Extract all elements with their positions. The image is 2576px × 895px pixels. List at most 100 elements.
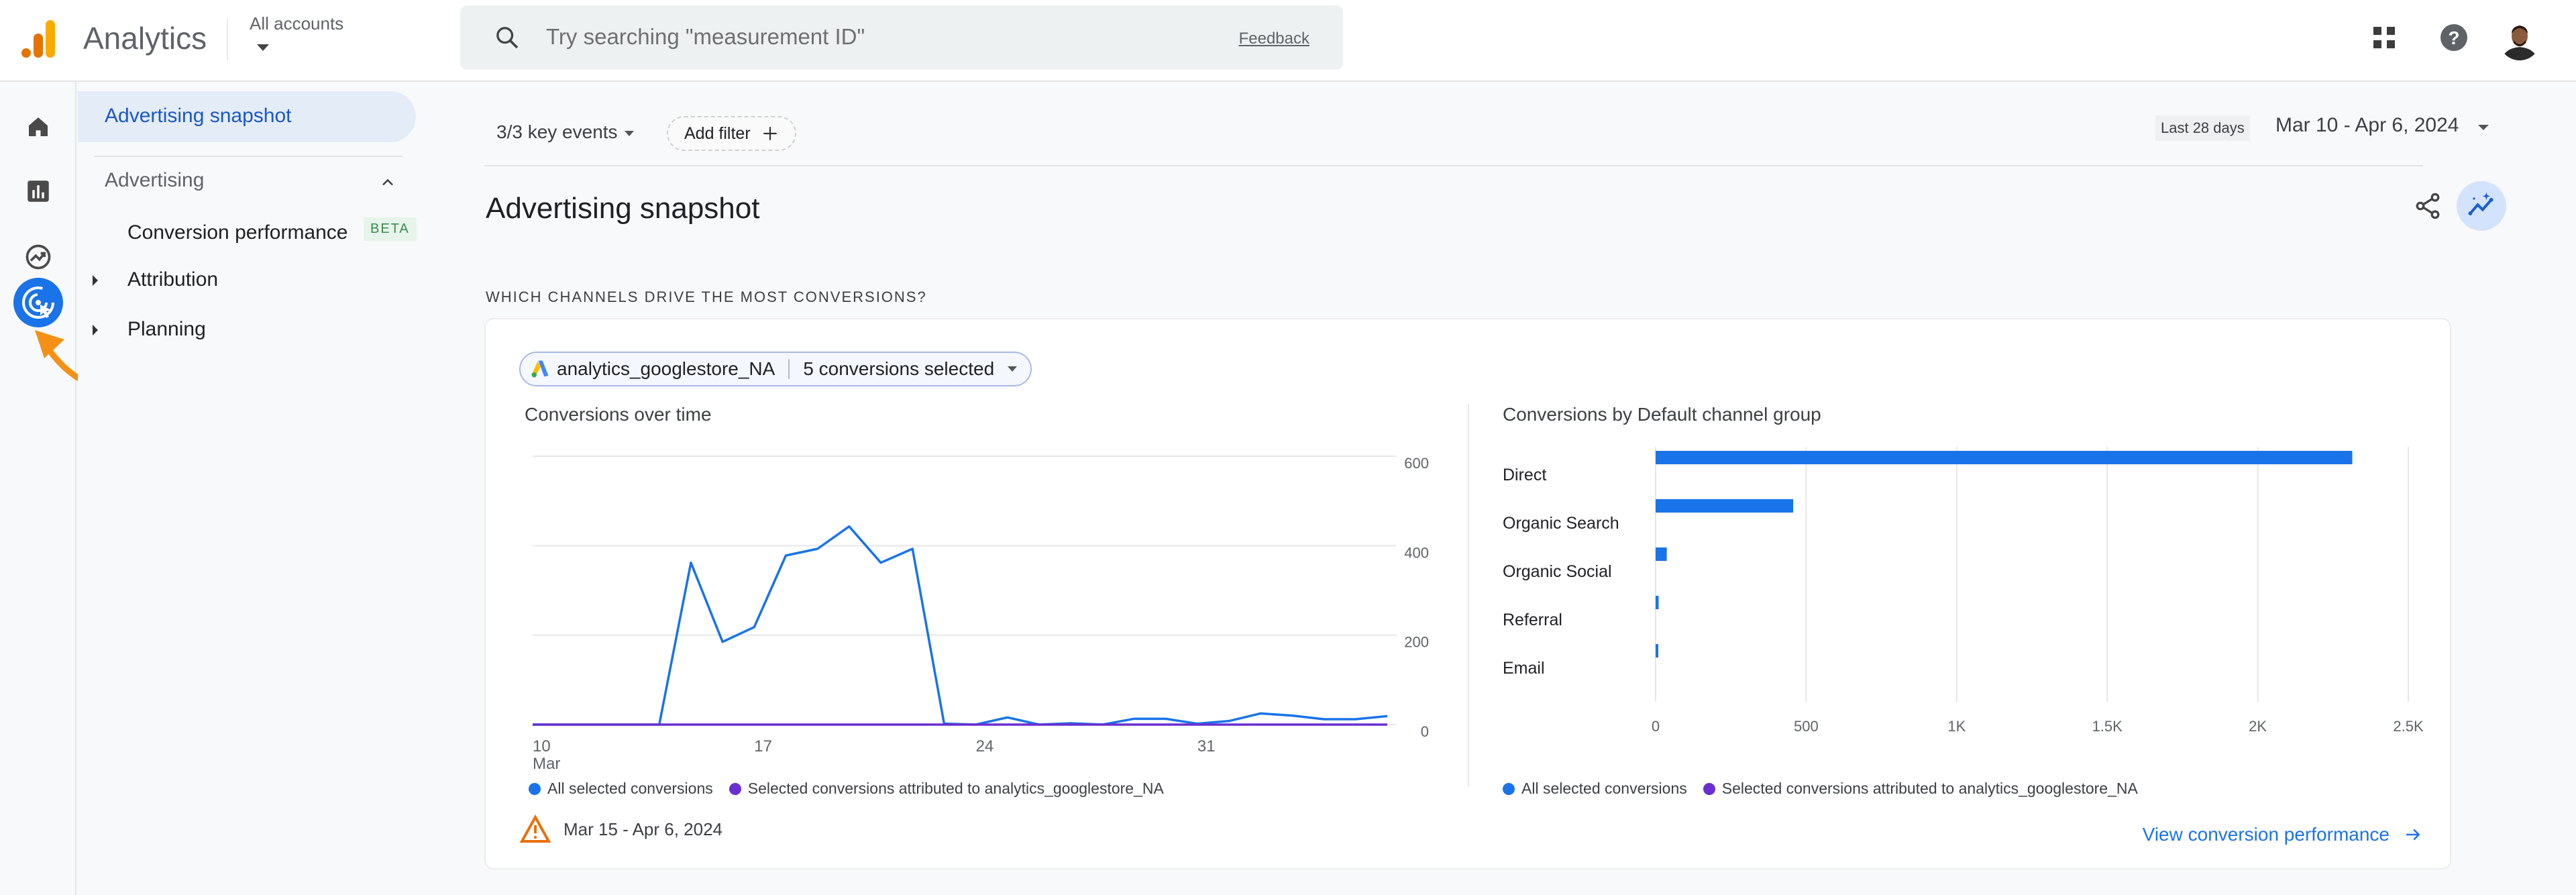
arrow-right-icon [2406,829,2420,841]
caret-down-icon [1008,366,1018,372]
x-tick-label: 2.5K [2393,718,2424,735]
add-filter-button[interactable]: Add filter [667,116,796,151]
top-app-bar: Analytics All accounts Feedback ? [0,0,2576,82]
home-icon [29,117,48,136]
rail-explore[interactable] [20,239,56,275]
legend-label-all: All selected conversions [1521,780,1687,797]
view-conversion-performance-link[interactable]: View conversion performance [2143,824,2423,845]
caret-down-icon [624,130,634,136]
ads-account-selector[interactable]: analytics_googlestore_NA 5 conversions s… [519,352,1032,386]
bar-direct [1656,451,2353,464]
sidebar-item-planning[interactable]: Planning [127,318,206,341]
sidebar-item-attribution[interactable]: Attribution [127,268,218,291]
x-tick-label: 1K [1947,718,1966,735]
chart-divider [1468,404,1469,786]
toolbar-divider [484,165,2423,166]
x-tick-label: 2K [2249,718,2267,735]
conversions-by-channel-chart: 0 500 1K 1.5K 2K 2.5K Direct Organic Search Orga… [1503,447,2424,735]
navigation-rail [0,82,150,895]
avatar[interactable] [2499,19,2540,60]
sidebar-item-advertising-snapshot[interactable]: Advertising snapshot [78,91,416,142]
line-chart-title: Conversions over time [525,404,712,425]
analytics-logo-icon[interactable] [20,19,58,59]
category-label: Email [1503,659,1545,678]
svg-text:?: ? [2448,28,2459,48]
category-label: Organic Social [1503,562,1612,581]
sidebar-divider [94,156,402,157]
warning-icon[interactable] [519,814,551,844]
expand-attribution-icon[interactable] [93,275,98,286]
legend-label-attributed: Selected conversions attributed to analy… [1721,780,2138,797]
category-label: Referral [1503,611,1562,629]
date-range-picker[interactable]: Mar 10 - Apr 6, 2024 [2275,114,2459,137]
share-icon[interactable] [2413,191,2443,221]
bar-organic-search [1656,499,1794,513]
conversions-over-time-chart: 0 200 400 600 10Mar 17 24 31 [533,455,1429,769]
sidebar-group-advertising[interactable]: Advertising [105,169,204,192]
bar-chart-legend: All selected conversions Selected conver… [1503,780,2138,798]
category-label: Organic Search [1503,514,1619,533]
section-heading: WHICH CHANNELS DRIVE THE MOST CONVERSION… [486,288,927,305]
series-line-all [533,525,1388,726]
bar-organic-social [1656,547,1667,561]
x-tick-label: 500 [1794,718,1819,735]
view-link-label: View conversion performance [2142,824,2390,845]
expand-planning-icon[interactable] [93,325,98,335]
x-tick-label: 31 [1197,737,1216,755]
advertising-target-icon [22,286,54,319]
page-title: Advertising snapshot [486,192,760,225]
sidebar-nav: Advertising snapshot Advertising Convers… [78,82,447,895]
sidebar-item-conversion-performance[interactable]: Conversion performance [127,221,348,244]
y-tick-label: 200 [1404,634,1429,651]
google-ads-icon [531,360,549,378]
bar-email [1656,644,1658,657]
rail-home[interactable] [20,109,56,145]
search-bar[interactable]: Feedback [460,5,1343,70]
channels-card: analytics_googlestore_NA 5 conversions s… [484,318,2451,870]
category-label: Direct [1503,466,1546,484]
bar-chart-title: Conversions by Default channel group [1503,404,1821,425]
ads-account-name: analytics_googlestore_NA [557,358,775,379]
explore-icon [25,244,51,270]
account-caret-icon[interactable] [257,44,269,51]
add-filter-label: Add filter [684,123,751,143]
data-warning: Mar 15 - Apr 6, 2024 [519,814,722,844]
bar-referral [1656,596,1659,609]
bar-chart-icon [28,180,49,202]
avatar-photo-icon [2499,19,2540,60]
help-icon[interactable]: ? [2438,21,2470,54]
app-title: Analytics [83,21,207,56]
x-tick-label: 17 [754,737,772,755]
date-preset-chip[interactable]: Last 28 days [2155,115,2250,141]
beta-badge: BETA [364,217,417,241]
x-tick-label: 1.5K [2092,718,2123,735]
x-tick-sublabel: Mar [533,755,560,769]
legend-dot-all [529,782,541,795]
legend-dot-attributed [729,782,741,795]
sidebar-item-label: Advertising snapshot [105,105,292,127]
search-icon [496,27,519,49]
search-input[interactable] [546,20,1150,54]
feedback-link[interactable]: Feedback [1239,30,1309,48]
conversions-selected-label: 5 conversions selected [803,358,995,379]
plus-icon [763,127,777,140]
apps-grid-icon[interactable] [2368,21,2400,54]
account-selector-label[interactable]: All accounts [250,13,343,34]
line-chart-legend: All selected conversions Selected conver… [529,780,1164,798]
rail-advertising[interactable] [13,278,63,327]
insights-sparkle-icon [2468,192,2493,215]
date-caret-icon[interactable] [2478,125,2489,130]
insights-button[interactable] [2457,181,2506,231]
chevron-up-icon[interactable] [378,173,397,192]
y-tick-label: 0 [1421,723,1429,740]
rail-reports[interactable] [20,173,56,209]
warning-date-range: Mar 15 - Apr 6, 2024 [564,819,723,839]
y-tick-label: 600 [1404,455,1429,472]
header-divider [227,19,228,60]
legend-label-all: All selected conversions [547,780,713,797]
legend-dot-all [1503,782,1515,795]
x-tick-label: 24 [976,737,994,755]
key-events-dropdown[interactable]: 3/3 key events [496,121,634,143]
x-tick-label: 0 [1652,718,1660,735]
legend-dot-attributed [1703,782,1715,795]
